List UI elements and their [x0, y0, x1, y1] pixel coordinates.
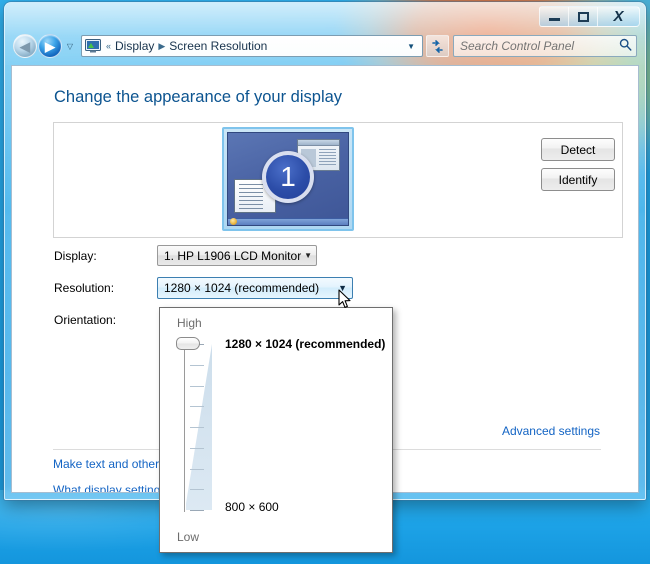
- chevron-down-icon: ▼: [304, 251, 312, 260]
- chevron-down-icon: ▼: [338, 283, 347, 293]
- slider-high-label: High: [177, 316, 202, 330]
- forward-arrow-icon: ▶: [45, 38, 55, 54]
- detect-button[interactable]: Detect: [541, 138, 615, 161]
- close-icon: X: [613, 8, 624, 25]
- breadcrumb-item-display[interactable]: Display: [112, 39, 157, 53]
- maximize-button[interactable]: [568, 6, 597, 27]
- recent-pages-button[interactable]: ▽: [63, 34, 77, 58]
- breadcrumb-overflow[interactable]: «: [105, 41, 112, 51]
- minimize-icon: [548, 18, 560, 21]
- orientation-label: Orientation:: [54, 313, 117, 327]
- search-input[interactable]: [458, 38, 619, 54]
- resolution-combobox[interactable]: 1280 × 1024 (recommended) ▼: [157, 277, 353, 299]
- preview-document-lines: [239, 184, 263, 209]
- display-preview-group: 1 Detect Identify: [53, 122, 623, 238]
- back-button[interactable]: ◀: [13, 34, 37, 58]
- slider-tick: [190, 468, 204, 470]
- slider-tick: [190, 406, 204, 408]
- chevron-down-icon: ▽: [66, 41, 74, 51]
- address-dropdown-icon[interactable]: ▼: [402, 42, 420, 51]
- slider-tick: [190, 489, 204, 491]
- navigation-bar: ◀ ▶ ▽ « Display ▶ Screen Resolution ▼: [5, 31, 645, 61]
- back-arrow-icon: ◀: [20, 38, 30, 54]
- display-label: Display:: [54, 249, 97, 263]
- preview-window-lines: [319, 149, 336, 167]
- breadcrumb-separator-icon[interactable]: ▶: [157, 41, 166, 52]
- resolution-min-value[interactable]: 800 × 600: [225, 500, 279, 514]
- refresh-icon: [432, 39, 443, 53]
- slider-tick: [190, 385, 204, 387]
- slider-tick: [190, 427, 204, 428]
- breadcrumb-item-screen-resolution[interactable]: Screen Resolution: [166, 39, 270, 53]
- forward-button[interactable]: ▶: [38, 34, 62, 58]
- slider-low-label: Low: [177, 530, 200, 544]
- resolution-combobox-value: 1280 × 1024 (recommended): [164, 281, 320, 295]
- search-box[interactable]: [453, 35, 637, 57]
- display-number-badge: 1: [262, 151, 314, 204]
- minimize-button[interactable]: [539, 6, 568, 27]
- resolution-label: Resolution:: [54, 281, 115, 295]
- search-icon[interactable]: [619, 38, 632, 54]
- page-title: Change the appearance of your display: [54, 88, 343, 106]
- address-bar[interactable]: « Display ▶ Screen Resolution ▼: [81, 35, 423, 57]
- monitor-preview[interactable]: 1: [222, 127, 354, 231]
- identify-button-label: Identify: [558, 172, 598, 187]
- slider-tick: [190, 510, 204, 511]
- advanced-settings-link[interactable]: Advanced settings: [502, 424, 600, 438]
- slider-tick: [190, 447, 204, 449]
- resolution-dropdown-popup[interactable]: High 1280 × 1024 (recommended) 800 × 600…: [159, 307, 393, 553]
- display-combobox-value: 1. HP L1906 LCD Monitor: [164, 248, 302, 263]
- display-combobox[interactable]: 1. HP L1906 LCD Monitor ▼: [157, 245, 317, 266]
- window-caption-buttons: X: [539, 6, 640, 27]
- maximize-icon: [577, 11, 589, 22]
- detect-button-label: Detect: [560, 142, 596, 157]
- close-button[interactable]: X: [597, 6, 640, 27]
- monitor-screen: 1: [227, 132, 349, 226]
- display-icon: [85, 39, 101, 53]
- refresh-button[interactable]: [426, 35, 449, 57]
- resolution-selected-value[interactable]: 1280 × 1024 (recommended): [225, 337, 385, 351]
- slider-tick: [190, 364, 204, 366]
- identify-button[interactable]: Identify: [541, 168, 615, 191]
- slider-rail[interactable]: [184, 340, 185, 512]
- preview-taskbar: [228, 218, 348, 225]
- start-orb-icon: [230, 218, 237, 225]
- resolution-slider-thumb[interactable]: [176, 337, 200, 350]
